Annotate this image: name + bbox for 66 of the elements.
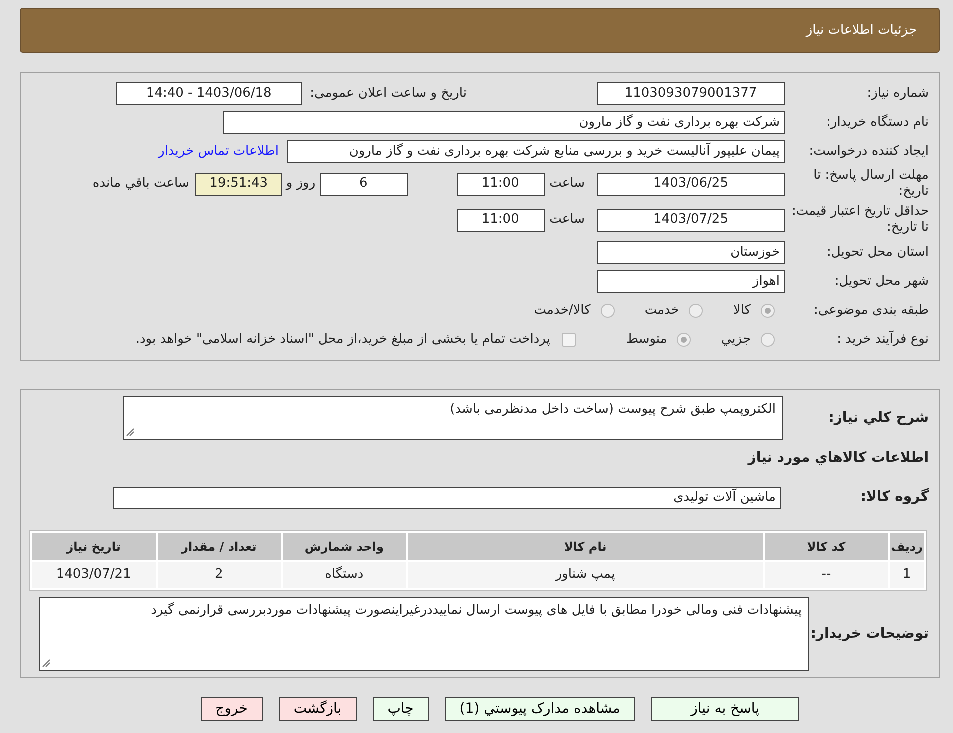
- resize-grip-icon[interactable]: [42, 659, 51, 668]
- table-cell: 2: [158, 562, 281, 588]
- radio-button[interactable]: [761, 332, 775, 346]
- need-number-field: 1103093079001377: [597, 82, 785, 105]
- page-title: جزئیات اطلاعات نیاز: [806, 22, 917, 40]
- field-label: توضیحات خریدار:: [810, 626, 930, 642]
- radio-label: کالا: [733, 302, 751, 320]
- field-label: مهلت ارسال پاسخ: تا تاریخ:: [812, 168, 930, 200]
- field-label: ساعت باقي مانده: [92, 175, 190, 194]
- radio-button[interactable]: [677, 332, 692, 346]
- remaining-time-field: 19:51:43: [195, 172, 282, 196]
- radio-label: خدمت: [644, 302, 680, 320]
- province-field: خوزستان: [597, 241, 785, 264]
- action-button[interactable]: خروج: [200, 697, 263, 721]
- field-label: نوع فرآیند خرید :: [836, 332, 930, 348]
- radio-label: جزيي: [721, 330, 751, 349]
- buyer-contact-link[interactable]: اطلاعات تماس خریدار: [158, 142, 279, 162]
- table-cell: 1403/07/21: [32, 562, 156, 588]
- field-label: حداقل تاریخ اعتبار قیمت: تا تاریخ:: [790, 204, 930, 236]
- column-header: تاریخ نیاز: [32, 533, 156, 560]
- description-text: الکتروپمپ طبق شرح پیوست (ساخت داخل مدنظرمی باشد): [450, 402, 776, 417]
- column-header: کد کالا: [764, 533, 888, 560]
- deadline-time-field: 11:00: [456, 172, 545, 196]
- field-label: تاریخ و ساعت اعلان عمومی:: [310, 84, 467, 103]
- table-cell: پمپ شناور: [408, 562, 763, 588]
- requester-field: پیمان علیپور آنالیست خرید و بررسی منابع شرکت بهره برداری نفت و گاز مارون: [287, 140, 785, 163]
- buyer-notes-text: پیشنهادات فنی ومالی خودرا مطابق با فایل های پیوست ارسال نماییددرغیراینصورت پیشنهادات موردبررسی قرارنمی گیرد: [151, 603, 802, 618]
- validity-time-field: 11:00: [456, 208, 545, 232]
- action-button[interactable]: پاسخ به نیاز: [651, 697, 800, 721]
- column-header: واحد شمارش: [282, 533, 406, 560]
- days-field: 6: [320, 172, 408, 196]
- radio-button[interactable]: [761, 304, 775, 318]
- field-label: شماره نیاز:: [866, 86, 930, 102]
- city-field: اهواز: [597, 270, 785, 293]
- field-label: شرح کلي نیاز:: [828, 410, 930, 426]
- column-header: نام کالا: [408, 533, 763, 560]
- announce-date-field: 1403/06/18 - 14:40: [116, 82, 302, 105]
- table-cell: 1: [890, 562, 924, 588]
- table-cell: دستگاه: [282, 562, 406, 588]
- action-button[interactable]: مشاهده مدارک پیوستي (1): [444, 697, 636, 721]
- action-button[interactable]: بازگشت: [278, 697, 357, 721]
- validity-date-field: 1403/07/25: [597, 208, 785, 232]
- action-button[interactable]: چاپ: [372, 697, 429, 721]
- goods-group-field: ماشین آلات تولیدی: [113, 486, 781, 508]
- field-label: استان محل تحویل:: [826, 244, 930, 260]
- checkbox[interactable]: [562, 332, 576, 346]
- field-label: نام دستگاه خریدار:: [826, 114, 930, 130]
- section-heading: اطلاعات کالاهاي مورد نیاز: [748, 449, 929, 468]
- deadline-date-field: 1403/06/25: [597, 172, 785, 196]
- radio-label: کالا/خدمت: [534, 302, 591, 320]
- column-header: ردیف: [890, 533, 924, 560]
- field-label: ساعت: [550, 211, 585, 230]
- field-label: گروه کالا:: [860, 489, 930, 506]
- radio-button[interactable]: [689, 304, 704, 318]
- table-cell: --: [764, 562, 888, 588]
- column-header: تعداد / مقدار: [158, 533, 281, 560]
- buyer-name-field: شرکت بهره برداری نفت و گاز مارون: [223, 111, 785, 134]
- field-label: ساعت: [550, 175, 585, 194]
- field-label: روز و: [286, 175, 316, 194]
- field-label: طبقه بندی موضوعی:: [812, 302, 930, 318]
- radio-label: متوسط: [626, 330, 668, 349]
- field-label: شهر محل تحویل:: [834, 274, 930, 290]
- radio-button[interactable]: [600, 304, 615, 318]
- checkbox-label: پرداخت تمام یا بخشی از مبلغ خرید،از محل "اسناد خزانه اسلامی" خواهد بود.: [136, 330, 550, 349]
- field-label: ایجاد کننده درخواست:: [808, 144, 930, 160]
- resize-grip-icon[interactable]: [126, 428, 135, 437]
